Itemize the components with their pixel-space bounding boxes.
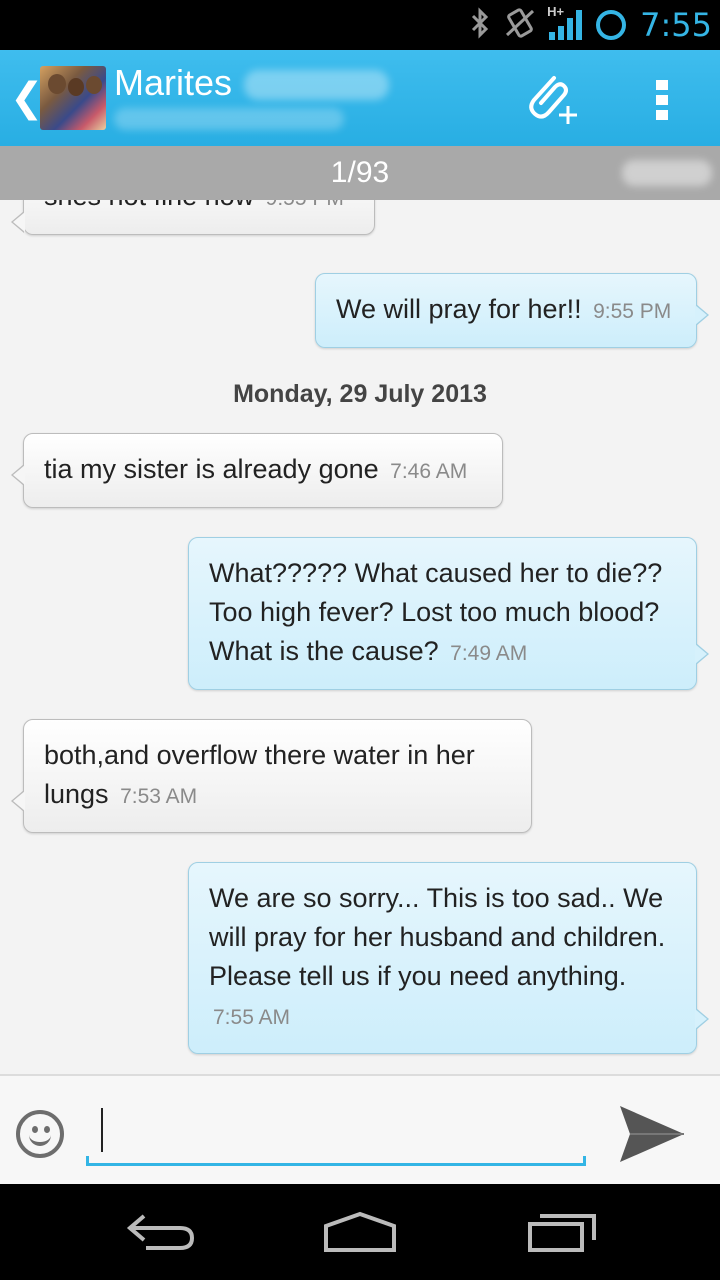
message-bubble-outgoing[interactable]: We will pray for her!! 9:55 PM [315, 273, 709, 348]
bluetooth-icon [469, 6, 491, 44]
compose-bar [0, 1074, 720, 1184]
battery-icon [596, 10, 627, 40]
send-icon[interactable] [616, 1102, 686, 1166]
message-time: 7:53 AM [120, 785, 198, 808]
recent-apps-icon[interactable] [522, 1206, 602, 1258]
avatar[interactable] [40, 66, 106, 130]
message-bubble-outgoing[interactable]: We are so sorry... This is too sad.. We … [188, 862, 709, 1054]
status-time: 7:55 [640, 6, 712, 44]
overflow-menu-icon[interactable] [656, 80, 670, 120]
redacted-surname [244, 70, 389, 100]
message-input[interactable] [86, 1094, 586, 1166]
back-chevron-icon[interactable]: ❮ [10, 78, 44, 118]
attach-icon[interactable] [524, 70, 580, 126]
status-icons: H+ 7:55 [469, 4, 712, 44]
input-underline-edge [86, 1156, 89, 1166]
input-underline-edge [583, 1156, 586, 1166]
message-time: 7:49 AM [450, 642, 528, 665]
conversation-list[interactable]: shes not fine now 9:55 PM We will pray f… [0, 200, 720, 1074]
navigation-bar [0, 1184, 720, 1280]
signal-hplus-icon: H+ [547, 4, 583, 40]
message-time: 9:55 PM [593, 300, 672, 323]
emoji-icon[interactable] [16, 1110, 64, 1158]
action-bar: ❮ Marites [0, 50, 720, 146]
message-text: both,and overflow there water in her lun… [44, 740, 475, 809]
message-bubble-outgoing[interactable]: What????? What caused her to die?? Too h… [188, 537, 709, 690]
status-bar: H+ 7:55 [0, 0, 720, 50]
message-time: 7:55 AM [213, 1006, 291, 1029]
message-time: 9:55 PM [266, 200, 344, 210]
message-text: What????? What caused her to die?? Too h… [209, 558, 663, 666]
message-bubble-incoming[interactable]: shes not fine now 9:55 PM [11, 200, 375, 235]
text-cursor [101, 1108, 103, 1152]
date-separator: Monday, 29 July 2013 [233, 380, 487, 408]
vibrate-icon [505, 7, 535, 44]
message-bubble-incoming[interactable]: both,and overflow there water in her lun… [11, 719, 532, 833]
contact-name[interactable]: Marites [114, 62, 232, 104]
message-text: shes not fine now [44, 200, 254, 211]
message-text: We will pray for her!! [336, 294, 582, 324]
network-type-label: H+ [547, 4, 565, 19]
back-nav-icon[interactable] [122, 1206, 202, 1258]
message-text: tia my sister is already gone [44, 454, 379, 484]
redacted-label [622, 160, 712, 186]
message-counter: 1/93 [330, 156, 390, 189]
message-bubble-incoming[interactable]: tia my sister is already gone 7:46 AM [11, 433, 503, 508]
redacted-number [114, 108, 344, 130]
message-counter-bar: 1/93 [0, 146, 720, 200]
home-nav-icon[interactable] [320, 1206, 400, 1258]
message-time: 7:46 AM [390, 460, 468, 483]
message-text: We are so sorry... This is too sad.. We … [209, 883, 666, 991]
